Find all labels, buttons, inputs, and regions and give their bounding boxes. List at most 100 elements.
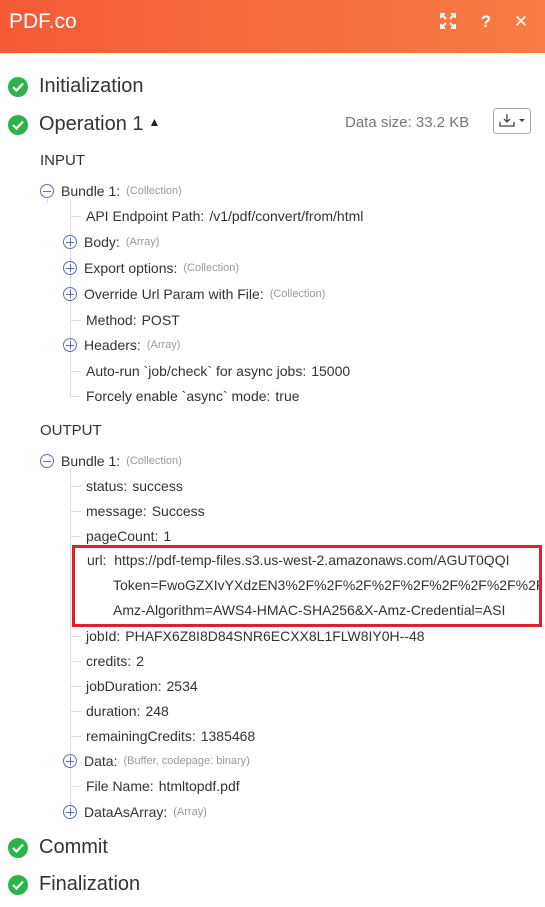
field-type: (Collection) — [183, 262, 240, 274]
stage-finalization[interactable]: Finalization — [8, 873, 140, 896]
output-data[interactable]: Data: (Buffer, codepage: binary) — [63, 751, 250, 771]
output-section-label: OUTPUT — [40, 422, 102, 439]
url-value-line2: Token=FwoGZXIvYXdzEN3%2F%2F%2F%2F%2F%2F%… — [113, 577, 542, 593]
output-message: message: Success — [86, 501, 205, 521]
expand-icon[interactable] — [63, 235, 77, 249]
help-icon[interactable]: ? — [476, 12, 496, 32]
field-value: Success — [151, 503, 205, 519]
input-bundle[interactable]: Bundle 1: (Collection) — [40, 181, 182, 201]
field-key: url: — [87, 552, 107, 568]
field-key: Override Url Param with File: — [84, 286, 264, 302]
field-value: true — [275, 388, 300, 404]
field-key: jobDuration: — [86, 678, 162, 694]
stage-label: Initialization — [39, 75, 144, 97]
input-method: Method: POST — [86, 310, 180, 330]
output-filename: File Name: htmltopdf.pdf — [86, 776, 240, 796]
input-headers[interactable]: Headers: (Array) — [63, 335, 180, 355]
expand-icon[interactable] — [63, 805, 77, 819]
field-key: Auto-run `job/check` for async jobs: — [86, 363, 307, 379]
field-key: API Endpoint Path: — [86, 208, 205, 224]
input-section-label: INPUT — [40, 152, 85, 169]
field-key: Data: — [84, 753, 118, 769]
field-value: /v1/pdf/convert/from/html — [209, 208, 364, 224]
field-key: Export options: — [84, 260, 178, 276]
input-body[interactable]: Body: (Array) — [63, 232, 159, 252]
stage-operation[interactable]: Operation 1 ▲ — [8, 113, 160, 136]
bundle-type: (Collection) — [126, 185, 182, 197]
field-key: DataAsArray: — [84, 804, 168, 820]
field-value: PHAFX6Z8I8D84SNR6ECXX8L1FLW8IY0H--48 — [125, 628, 425, 644]
close-icon[interactable]: ✕ — [511, 12, 531, 32]
download-button[interactable] — [493, 108, 531, 134]
window-title: PDF.co — [9, 10, 77, 33]
check-icon — [8, 874, 28, 895]
field-type: (Array) — [125, 236, 160, 248]
download-icon — [499, 114, 525, 127]
field-type: (Buffer, codepage: binary) — [123, 755, 250, 767]
output-status: status: success — [86, 476, 183, 496]
output-pagecount: pageCount: 1 — [86, 526, 171, 546]
expand-icon[interactable] — [63, 261, 77, 275]
field-value: htmltopdf.pdf — [158, 778, 240, 794]
check-icon — [8, 76, 28, 97]
url-value-line1: https://pdf-temp-files.s3.us-west-2.amaz… — [114, 552, 510, 568]
bundle-key: Bundle 1: — [61, 183, 121, 199]
expand-icon[interactable] — [63, 287, 77, 301]
field-value: 1385468 — [200, 728, 256, 744]
input-async: Forcely enable `async` mode: true — [86, 386, 300, 406]
stage-label: Finalization — [39, 873, 141, 895]
output-dataasarray[interactable]: DataAsArray: (Array) — [63, 802, 207, 822]
field-value: 15000 — [311, 363, 351, 379]
expand-icon[interactable] — [63, 338, 77, 352]
expand-icon[interactable] — [438, 12, 458, 35]
field-key: remainingCredits: — [86, 728, 196, 744]
data-size: Data size: 33.2 KB — [345, 114, 470, 131]
field-type: (Array) — [146, 339, 181, 351]
output-jobduration: jobDuration: 2534 — [86, 676, 198, 696]
collapse-icon[interactable] — [40, 454, 54, 468]
expand-icon[interactable] — [63, 754, 77, 768]
field-key: File Name: — [86, 778, 154, 794]
output-bundle[interactable]: Bundle 1: (Collection) — [40, 451, 182, 471]
input-override-url[interactable]: Override Url Param with File: (Collectio… — [63, 284, 325, 304]
field-key: Headers: — [84, 337, 141, 353]
field-key: Forcely enable `async` mode: — [86, 388, 271, 404]
collapse-icon[interactable] — [40, 184, 54, 198]
stage-initialization[interactable]: Initialization — [8, 75, 144, 98]
output-credits: credits: 2 — [86, 651, 144, 671]
bundle-type: (Collection) — [126, 455, 182, 467]
stage-commit[interactable]: Commit — [8, 836, 108, 859]
stage-label: Commit — [39, 836, 108, 858]
field-type: (Collection) — [269, 288, 326, 300]
input-export-options[interactable]: Export options: (Collection) — [63, 258, 239, 278]
field-type: (Array) — [173, 806, 207, 818]
stage-label: Operation 1 — [39, 113, 144, 135]
field-key: duration: — [86, 703, 141, 719]
output-remaining-credits: remainingCredits: 1385468 — [86, 726, 255, 746]
field-key: message: — [86, 503, 147, 519]
field-key: status: — [86, 478, 128, 494]
caret-up-icon[interactable]: ▲ — [149, 115, 161, 129]
output-duration: duration: 248 — [86, 701, 169, 721]
bundle-key: Bundle 1: — [61, 453, 121, 469]
input-api-endpoint: API Endpoint Path:/v1/pdf/convert/from/h… — [86, 206, 363, 226]
field-key: jobId: — [86, 628, 121, 644]
field-key: Method: — [86, 312, 137, 328]
field-key: credits: — [86, 653, 132, 669]
check-icon — [8, 114, 28, 135]
field-value: POST — [141, 312, 180, 328]
url-highlight-box: url: https://pdf-temp-files.s3.us-west-2… — [72, 545, 542, 627]
field-value: 248 — [145, 703, 169, 719]
url-value-line3: Amz-Algorithm=AWS4-HMAC-SHA256&X-Amz-Cre… — [113, 602, 506, 618]
field-key: pageCount: — [86, 528, 159, 544]
output-url[interactable]: url: https://pdf-temp-files.s3.us-west-2… — [87, 552, 509, 568]
field-value: success — [132, 478, 183, 494]
field-value: 2 — [136, 653, 144, 669]
field-value: 1 — [163, 528, 172, 544]
field-value: 2534 — [166, 678, 198, 694]
check-icon — [8, 837, 28, 858]
output-jobid: jobId: PHAFX6Z8I8D84SNR6ECXX8L1FLW8IY0H--… — [86, 626, 425, 646]
input-autorun: Auto-run `job/check` for async jobs: 1500… — [86, 361, 350, 381]
window-header: PDF.co ? ✕ — [0, 0, 545, 53]
field-key: Body: — [84, 234, 120, 250]
